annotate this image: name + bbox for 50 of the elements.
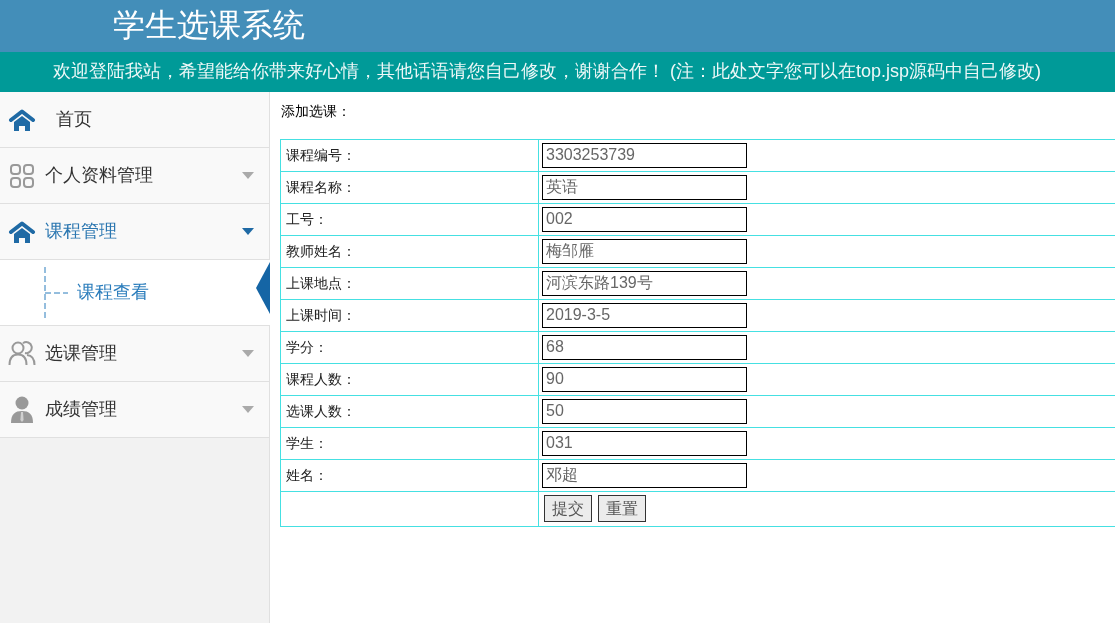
field-label: 上课地点： [280,267,539,300]
reset-button[interactable]: 重置 [598,495,646,523]
notice-text: 欢迎登陆我站，希望能给你带来好心情，其他话语请您自己修改，谢谢合作！ (注：此处文字您可以在top.jsp源码中自己修改) [53,61,1042,83]
submenu-item[interactable]: 课程查看 [0,260,270,326]
sidebar-item-label: 成绩管理 [45,398,118,421]
submit-button[interactable]: 提交 [544,495,592,523]
input-field[interactable]: 031 [542,430,747,456]
home-icon [8,108,36,131]
caret-icon [242,350,254,357]
sidebar-item[interactable]: 课程管理 [0,204,269,260]
caret-icon [242,406,254,413]
input-field[interactable]: 英语 [542,174,747,200]
sidebar-item-label: 课程管理 [45,220,118,243]
people-icon [8,341,36,366]
sidebar-item[interactable]: 选课管理 [0,326,269,382]
field-label: 课程人数： [280,363,539,396]
sidebar-item-label: 选课管理 [45,342,118,365]
sidebar-item[interactable]: 个人资料管理 [0,148,269,204]
input-field[interactable]: 3303253739 [542,142,747,168]
input-field[interactable]: 梅邹雁 [542,238,747,264]
tree-line-icon [44,266,70,319]
input-field[interactable]: 50 [542,398,747,424]
caret-icon [242,228,254,235]
field-label: 学生： [280,427,539,460]
app-title: 学生选课系统 [113,8,305,44]
sidebar-item[interactable]: 首页 [0,92,269,148]
field-label: 课程名称： [280,171,539,204]
submenu-item-label: 课程查看 [77,281,149,304]
field-label: 姓名： [280,459,539,492]
input-field[interactable]: 邓超 [542,462,747,488]
input-field[interactable]: 90 [542,366,747,392]
person-icon [10,396,34,423]
input-field[interactable]: 68 [542,334,747,360]
sidebar-item[interactable]: 成绩管理 [0,382,269,438]
grid-icon [10,163,34,188]
caret-icon [242,172,254,179]
input-field[interactable]: 2019-3-5 [542,302,747,328]
field-label: 上课时间： [280,299,539,332]
form-title: 添加选课： [281,103,352,120]
selection-pointer-icon [256,262,270,314]
home-icon [8,220,36,243]
field-label: 课程编号： [280,139,539,172]
input-field[interactable]: 河滨东路139号 [542,270,747,296]
field-label: 学分： [280,331,539,364]
input-field[interactable]: 002 [542,206,747,232]
sidebar-item-label: 个人资料管理 [45,164,154,187]
field-label: 选课人数： [280,395,539,428]
sidebar-item-label: 首页 [56,108,93,131]
field-label: 教师姓名： [280,235,539,268]
field-label: 工号： [280,203,539,236]
